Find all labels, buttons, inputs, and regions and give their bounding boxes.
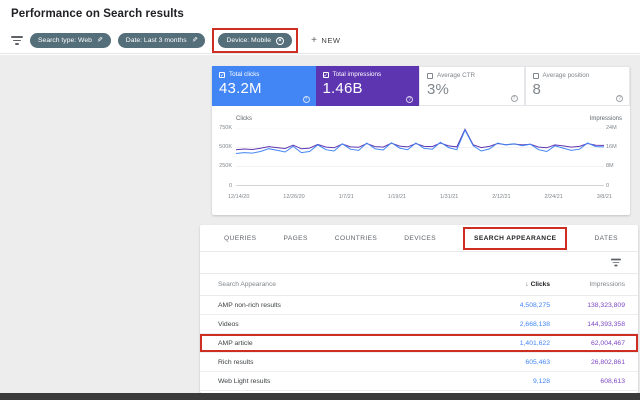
y-tick: 24M — [606, 125, 617, 131]
table-filter-icon[interactable] — [610, 258, 621, 267]
table-header: Search Appearance ↓Clicks Impressions — [200, 273, 638, 296]
device-chip-highlight-box: Device: Mobile × — [212, 28, 298, 53]
x-tick: 1/7/21 — [339, 194, 354, 200]
table-row[interactable]: Videos 2,668,138 144,393,358 — [200, 315, 638, 334]
chip-search-type-label: Search type: Web — [38, 37, 92, 44]
column-clicks[interactable]: ↓Clicks — [455, 281, 550, 288]
performance-card: ✓ Total clicks 43.2M ? ✓ Total impressio… — [212, 66, 630, 215]
x-tick: 2/12/21 — [492, 194, 510, 200]
metric-value: 3% — [427, 81, 517, 98]
edit-icon: ✎ — [97, 37, 103, 44]
table-filter-row — [200, 252, 638, 273]
table-row[interactable]: AMP non-rich results 4,508,275 138,323,8… — [200, 296, 638, 315]
performance-chart[interactable] — [236, 128, 604, 186]
metric-tiles: ✓ Total clicks 43.2M ? ✓ Total impressio… — [212, 66, 630, 106]
chip-date-range[interactable]: Date: Last 3 months ✎ — [118, 33, 206, 48]
right-axis-title: Impressions — [590, 116, 622, 122]
y-tick: 8M — [606, 163, 614, 169]
edit-icon: ✎ — [192, 37, 198, 44]
tab-search-appearance[interactable]: SEARCH APPEARANCE — [463, 227, 567, 250]
new-filter-button[interactable]: + NEW — [311, 35, 340, 46]
metric-label: Average position — [543, 72, 590, 79]
x-tick: 12/14/20 — [228, 194, 249, 200]
tab-countries[interactable]: COUNTRIES — [335, 235, 377, 242]
bottom-edge-bar — [0, 393, 640, 400]
metric-label: Average CTR — [437, 72, 475, 79]
checkbox-checked-icon[interactable]: ✓ — [219, 72, 225, 78]
filter-bar: Search type: Web ✎ Date: Last 3 months ✎… — [0, 28, 640, 54]
tab-pages[interactable]: PAGES — [284, 235, 308, 242]
x-tick: 2/24/21 — [544, 194, 562, 200]
clicks-line — [236, 130, 604, 153]
remove-filter-icon[interactable]: × — [276, 37, 284, 45]
help-icon[interactable]: ? — [406, 96, 413, 103]
chip-device[interactable]: Device: Mobile × — [218, 33, 292, 48]
help-icon[interactable]: ? — [616, 95, 623, 102]
plus-icon: + — [311, 35, 317, 46]
dimension-tabs: QUERIES PAGES COUNTRIES DEVICES SEARCH A… — [200, 225, 638, 252]
page-title: Performance on Search results — [11, 8, 184, 20]
y-tick: 0 — [212, 183, 232, 189]
tab-devices[interactable]: DEVICES — [404, 235, 436, 242]
table-row-highlighted[interactable]: AMP article 1,401,622 62,004,467 — [200, 334, 638, 353]
x-axis-labels: 12/14/20 12/26/20 1/7/21 1/19/21 1/31/21… — [228, 194, 612, 200]
new-filter-label: NEW — [321, 36, 340, 45]
checkbox-unchecked-icon[interactable] — [427, 73, 433, 79]
column-impressions[interactable]: Impressions — [550, 281, 625, 288]
metric-label: Total clicks — [229, 71, 259, 78]
y-tick: 500K — [212, 144, 232, 150]
metric-value: 43.2M — [219, 80, 309, 97]
chip-date-range-label: Date: Last 3 months — [126, 37, 187, 44]
metric-value: 1.46B — [323, 80, 413, 97]
table-row[interactable]: Web Light results 9,128 608,613 — [200, 372, 638, 391]
left-axis-title: Clicks — [236, 116, 252, 122]
help-icon[interactable]: ? — [303, 96, 310, 103]
metric-average-ctr[interactable]: Average CTR 3% ? — [419, 66, 525, 106]
chip-device-label: Device: Mobile — [226, 37, 271, 44]
x-tick: 1/31/21 — [440, 194, 458, 200]
metric-value: 8 — [533, 81, 623, 98]
help-icon[interactable]: ? — [511, 95, 518, 102]
filter-icon[interactable] — [10, 35, 23, 46]
impressions-line — [236, 129, 604, 150]
x-tick: 3/8/21 — [597, 194, 612, 200]
x-tick: 12/26/20 — [283, 194, 304, 200]
checkbox-unchecked-icon[interactable] — [533, 73, 539, 79]
y-tick: 250K — [212, 163, 232, 169]
column-search-appearance: Search Appearance — [218, 281, 455, 288]
tab-dates[interactable]: DATES — [594, 235, 618, 242]
y-tick: 16M — [606, 144, 617, 150]
x-tick: 1/19/21 — [388, 194, 406, 200]
y-tick: 0 — [606, 183, 609, 189]
table-card: QUERIES PAGES COUNTRIES DEVICES SEARCH A… — [200, 225, 638, 393]
sort-descending-icon: ↓ — [525, 281, 528, 288]
tab-queries[interactable]: QUERIES — [224, 235, 256, 242]
metric-average-position[interactable]: Average position 8 ? — [525, 66, 631, 106]
checkbox-checked-icon[interactable]: ✓ — [323, 72, 329, 78]
content-area: ✓ Total clicks 43.2M ? ✓ Total impressio… — [0, 55, 640, 393]
page-header: Performance on Search results — [0, 0, 640, 28]
table-row[interactable]: Rich results 605,463 26,802,861 — [200, 353, 638, 372]
y-tick: 750K — [212, 125, 232, 131]
metric-total-clicks[interactable]: ✓ Total clicks 43.2M ? — [212, 66, 316, 106]
metric-label: Total impressions — [333, 71, 382, 78]
metric-total-impressions[interactable]: ✓ Total impressions 1.46B ? — [316, 66, 420, 106]
chip-search-type[interactable]: Search type: Web ✎ — [30, 33, 111, 48]
